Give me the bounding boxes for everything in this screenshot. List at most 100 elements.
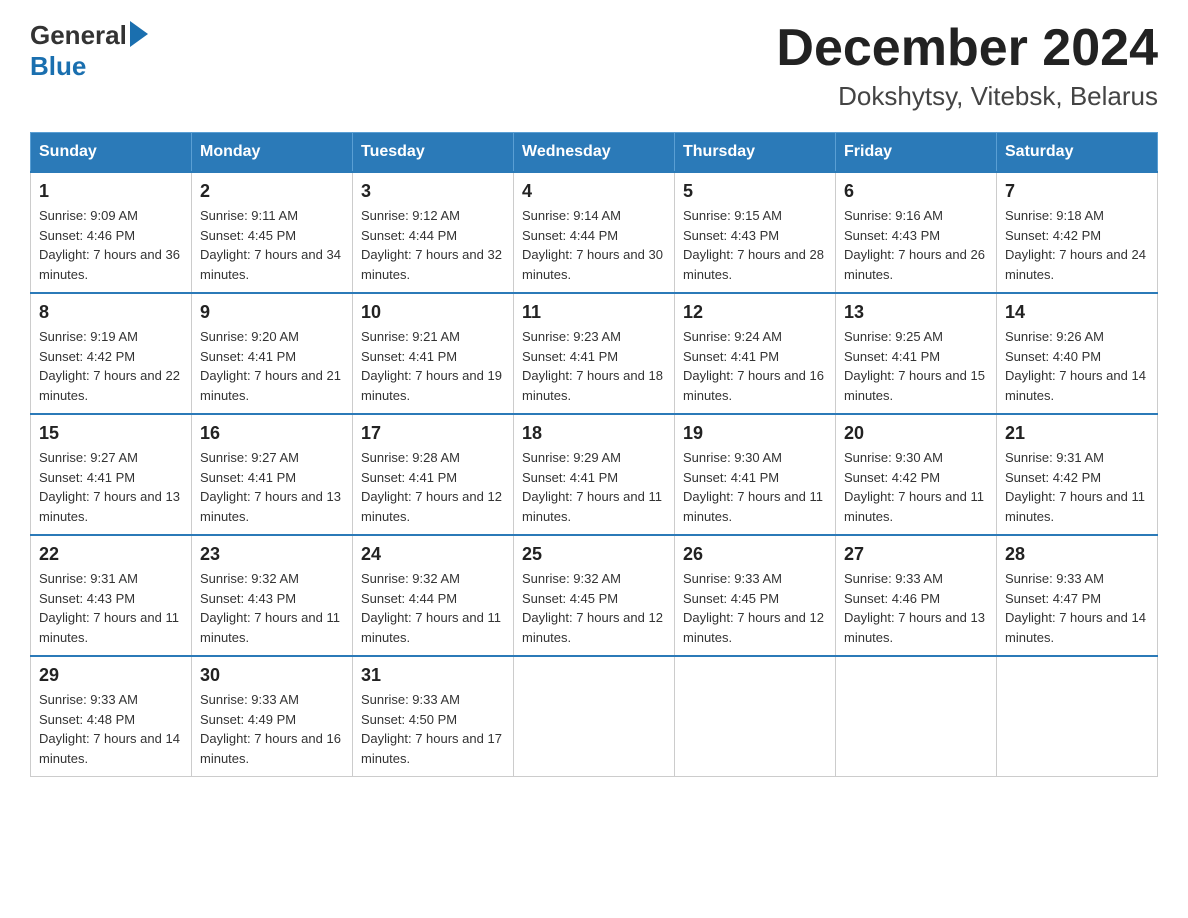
calendar-cell: 13 Sunrise: 9:25 AMSunset: 4:41 PMDaylig… (836, 293, 997, 414)
day-info: Sunrise: 9:19 AMSunset: 4:42 PMDaylight:… (39, 329, 180, 403)
calendar-cell: 14 Sunrise: 9:26 AMSunset: 4:40 PMDaylig… (997, 293, 1158, 414)
weekday-header-thursday: Thursday (675, 133, 836, 173)
day-info: Sunrise: 9:33 AMSunset: 4:47 PMDaylight:… (1005, 571, 1146, 645)
calendar-cell: 6 Sunrise: 9:16 AMSunset: 4:43 PMDayligh… (836, 172, 997, 293)
day-info: Sunrise: 9:33 AMSunset: 4:49 PMDaylight:… (200, 692, 341, 766)
day-info: Sunrise: 9:30 AMSunset: 4:41 PMDaylight:… (683, 450, 823, 524)
day-number: 30 (200, 665, 344, 686)
day-number: 10 (361, 302, 505, 323)
day-info: Sunrise: 9:32 AMSunset: 4:43 PMDaylight:… (200, 571, 340, 645)
calendar-cell: 11 Sunrise: 9:23 AMSunset: 4:41 PMDaylig… (514, 293, 675, 414)
logo-general: General (30, 20, 127, 51)
day-number: 12 (683, 302, 827, 323)
day-number: 18 (522, 423, 666, 444)
day-info: Sunrise: 9:32 AMSunset: 4:44 PMDaylight:… (361, 571, 501, 645)
day-info: Sunrise: 9:33 AMSunset: 4:48 PMDaylight:… (39, 692, 180, 766)
day-number: 28 (1005, 544, 1149, 565)
day-number: 8 (39, 302, 183, 323)
day-info: Sunrise: 9:14 AMSunset: 4:44 PMDaylight:… (522, 208, 663, 282)
day-number: 23 (200, 544, 344, 565)
calendar-cell: 27 Sunrise: 9:33 AMSunset: 4:46 PMDaylig… (836, 535, 997, 656)
logo: General Blue (30, 20, 148, 82)
weekday-header-monday: Monday (192, 133, 353, 173)
calendar-cell: 10 Sunrise: 9:21 AMSunset: 4:41 PMDaylig… (353, 293, 514, 414)
day-number: 27 (844, 544, 988, 565)
day-number: 24 (361, 544, 505, 565)
day-info: Sunrise: 9:09 AMSunset: 4:46 PMDaylight:… (39, 208, 180, 282)
title-section: December 2024 Dokshytsy, Vitebsk, Belaru… (776, 20, 1158, 112)
day-info: Sunrise: 9:23 AMSunset: 4:41 PMDaylight:… (522, 329, 663, 403)
day-number: 11 (522, 302, 666, 323)
day-info: Sunrise: 9:33 AMSunset: 4:46 PMDaylight:… (844, 571, 985, 645)
day-number: 2 (200, 181, 344, 202)
calendar-cell: 29 Sunrise: 9:33 AMSunset: 4:48 PMDaylig… (31, 656, 192, 777)
calendar-cell: 23 Sunrise: 9:32 AMSunset: 4:43 PMDaylig… (192, 535, 353, 656)
calendar-cell (675, 656, 836, 777)
weekday-header-saturday: Saturday (997, 133, 1158, 173)
day-info: Sunrise: 9:26 AMSunset: 4:40 PMDaylight:… (1005, 329, 1146, 403)
page-header: General Blue December 2024 Dokshytsy, Vi… (30, 20, 1158, 112)
calendar-cell: 18 Sunrise: 9:29 AMSunset: 4:41 PMDaylig… (514, 414, 675, 535)
day-info: Sunrise: 9:20 AMSunset: 4:41 PMDaylight:… (200, 329, 341, 403)
logo-arrow-icon (130, 21, 148, 47)
calendar-cell: 5 Sunrise: 9:15 AMSunset: 4:43 PMDayligh… (675, 172, 836, 293)
day-info: Sunrise: 9:11 AMSunset: 4:45 PMDaylight:… (200, 208, 341, 282)
day-number: 25 (522, 544, 666, 565)
calendar-cell: 30 Sunrise: 9:33 AMSunset: 4:49 PMDaylig… (192, 656, 353, 777)
day-number: 26 (683, 544, 827, 565)
weekday-header-sunday: Sunday (31, 133, 192, 173)
weekday-header-row: SundayMondayTuesdayWednesdayThursdayFrid… (31, 133, 1158, 173)
calendar-cell (514, 656, 675, 777)
calendar-cell: 2 Sunrise: 9:11 AMSunset: 4:45 PMDayligh… (192, 172, 353, 293)
day-number: 9 (200, 302, 344, 323)
calendar-cell: 21 Sunrise: 9:31 AMSunset: 4:42 PMDaylig… (997, 414, 1158, 535)
day-info: Sunrise: 9:33 AMSunset: 4:45 PMDaylight:… (683, 571, 824, 645)
calendar-cell: 17 Sunrise: 9:28 AMSunset: 4:41 PMDaylig… (353, 414, 514, 535)
calendar-cell: 15 Sunrise: 9:27 AMSunset: 4:41 PMDaylig… (31, 414, 192, 535)
day-number: 17 (361, 423, 505, 444)
calendar-week-row: 1 Sunrise: 9:09 AMSunset: 4:46 PMDayligh… (31, 172, 1158, 293)
calendar-cell: 31 Sunrise: 9:33 AMSunset: 4:50 PMDaylig… (353, 656, 514, 777)
day-info: Sunrise: 9:16 AMSunset: 4:43 PMDaylight:… (844, 208, 985, 282)
day-number: 21 (1005, 423, 1149, 444)
calendar-cell (997, 656, 1158, 777)
calendar-cell: 7 Sunrise: 9:18 AMSunset: 4:42 PMDayligh… (997, 172, 1158, 293)
logo-blue: Blue (30, 51, 86, 81)
day-number: 14 (1005, 302, 1149, 323)
calendar-cell: 12 Sunrise: 9:24 AMSunset: 4:41 PMDaylig… (675, 293, 836, 414)
month-title: December 2024 (776, 20, 1158, 77)
calendar-cell: 4 Sunrise: 9:14 AMSunset: 4:44 PMDayligh… (514, 172, 675, 293)
day-info: Sunrise: 9:27 AMSunset: 4:41 PMDaylight:… (200, 450, 341, 524)
calendar-cell: 22 Sunrise: 9:31 AMSunset: 4:43 PMDaylig… (31, 535, 192, 656)
day-info: Sunrise: 9:29 AMSunset: 4:41 PMDaylight:… (522, 450, 662, 524)
calendar-cell: 20 Sunrise: 9:30 AMSunset: 4:42 PMDaylig… (836, 414, 997, 535)
weekday-header-friday: Friday (836, 133, 997, 173)
day-number: 20 (844, 423, 988, 444)
day-number: 16 (200, 423, 344, 444)
day-number: 15 (39, 423, 183, 444)
day-number: 1 (39, 181, 183, 202)
day-number: 22 (39, 544, 183, 565)
day-info: Sunrise: 9:15 AMSunset: 4:43 PMDaylight:… (683, 208, 824, 282)
day-number: 19 (683, 423, 827, 444)
day-info: Sunrise: 9:31 AMSunset: 4:43 PMDaylight:… (39, 571, 179, 645)
calendar-week-row: 22 Sunrise: 9:31 AMSunset: 4:43 PMDaylig… (31, 535, 1158, 656)
weekday-header-wednesday: Wednesday (514, 133, 675, 173)
calendar-cell: 3 Sunrise: 9:12 AMSunset: 4:44 PMDayligh… (353, 172, 514, 293)
calendar-cell: 25 Sunrise: 9:32 AMSunset: 4:45 PMDaylig… (514, 535, 675, 656)
calendar-week-row: 29 Sunrise: 9:33 AMSunset: 4:48 PMDaylig… (31, 656, 1158, 777)
calendar-week-row: 15 Sunrise: 9:27 AMSunset: 4:41 PMDaylig… (31, 414, 1158, 535)
day-info: Sunrise: 9:25 AMSunset: 4:41 PMDaylight:… (844, 329, 985, 403)
day-number: 4 (522, 181, 666, 202)
day-number: 7 (1005, 181, 1149, 202)
day-info: Sunrise: 9:18 AMSunset: 4:42 PMDaylight:… (1005, 208, 1146, 282)
day-info: Sunrise: 9:33 AMSunset: 4:50 PMDaylight:… (361, 692, 502, 766)
calendar-cell: 24 Sunrise: 9:32 AMSunset: 4:44 PMDaylig… (353, 535, 514, 656)
calendar-week-row: 8 Sunrise: 9:19 AMSunset: 4:42 PMDayligh… (31, 293, 1158, 414)
day-info: Sunrise: 9:27 AMSunset: 4:41 PMDaylight:… (39, 450, 180, 524)
calendar-cell: 28 Sunrise: 9:33 AMSunset: 4:47 PMDaylig… (997, 535, 1158, 656)
day-number: 31 (361, 665, 505, 686)
day-number: 6 (844, 181, 988, 202)
calendar-cell: 26 Sunrise: 9:33 AMSunset: 4:45 PMDaylig… (675, 535, 836, 656)
day-number: 13 (844, 302, 988, 323)
